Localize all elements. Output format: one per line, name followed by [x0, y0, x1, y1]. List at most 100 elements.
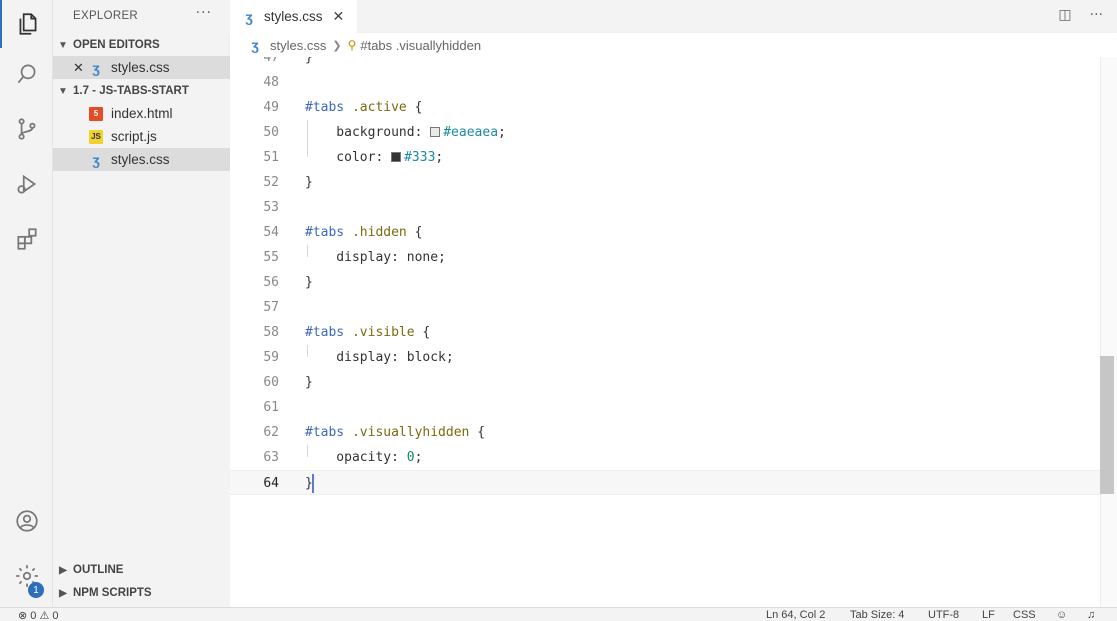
- code-line[interactable]: 59 display: block;: [230, 345, 1100, 370]
- code-token: }: [305, 175, 313, 190]
- code-token: .visible: [351, 325, 415, 340]
- code-line[interactable]: 51 color: #333;: [230, 145, 1100, 170]
- color-swatch[interactable]: [430, 127, 441, 137]
- breadcrumb-file[interactable]: styles.css: [270, 38, 326, 53]
- line-number: 61: [263, 400, 279, 415]
- more-actions-icon[interactable]: ···: [196, 5, 212, 21]
- close-tab-icon[interactable]: ✕: [333, 8, 345, 25]
- color-swatch[interactable]: [391, 152, 402, 162]
- code-token: #eaeaea: [443, 125, 499, 140]
- code-text: }: [305, 370, 313, 395]
- code-line[interactable]: 54 #tabs .hidden {: [230, 220, 1100, 245]
- code-line[interactable]: 49 #tabs .active {: [230, 95, 1100, 120]
- settings-gear-icon[interactable]: 1: [0, 552, 53, 600]
- symbol-class-icon: ⚲: [347, 38, 357, 52]
- code-line[interactable]: 62 #tabs .visuallyhidden {: [230, 420, 1100, 445]
- open-editor-label: styles.css: [111, 60, 170, 75]
- line-number: 56: [263, 275, 279, 290]
- encoding[interactable]: UTF-8: [928, 609, 959, 621]
- outline-section[interactable]: ▶ OUTLINE: [53, 559, 230, 581]
- code-token: display: none;: [305, 250, 446, 265]
- scrollbar-thumb[interactable]: [1100, 356, 1114, 494]
- notifications-bell-icon[interactable]: ♫: [1087, 609, 1095, 621]
- code-token: #tabs: [305, 100, 345, 115]
- more-actions-icon[interactable]: ···: [1090, 7, 1103, 23]
- code-token: ;: [435, 150, 444, 165]
- code-line[interactable]: 57: [230, 295, 1100, 320]
- feedback-icon[interactable]: ☺: [1056, 609, 1067, 621]
- code-text: opacity: 0;: [305, 445, 422, 470]
- npm-scripts-section[interactable]: ▶ NPM SCRIPTS: [53, 582, 230, 604]
- close-editor-icon[interactable]: ✕: [73, 60, 89, 76]
- code-line[interactable]: 58 #tabs .visible {: [230, 320, 1100, 345]
- search-icon[interactable]: [0, 50, 53, 98]
- code-line[interactable]: 55 display: none;: [230, 245, 1100, 270]
- code-token: #333: [404, 150, 436, 165]
- line-number: 57: [263, 300, 279, 315]
- code-token: {: [406, 100, 423, 115]
- line-number: 60: [263, 375, 279, 390]
- open-editor-item-styles[interactable]: ✕ ʒ styles.css: [53, 56, 230, 79]
- file-item-styles-css[interactable]: ʒ styles.css: [53, 148, 230, 171]
- file-label: styles.css: [111, 152, 170, 167]
- project-folder-label: 1.7 - JS-TABS-START: [73, 85, 189, 97]
- code-token: #tabs: [305, 225, 345, 240]
- code-token: ;: [414, 450, 423, 465]
- code-line[interactable]: 48: [230, 70, 1100, 95]
- code-line[interactable]: 52}: [230, 170, 1100, 195]
- explorer-icon[interactable]: [0, 0, 53, 48]
- code-token: }: [305, 275, 313, 290]
- code-token: opacity:: [305, 450, 407, 465]
- file-item-script-js[interactable]: JS script.js: [53, 125, 230, 148]
- chevron-down-icon: ▼: [58, 39, 68, 51]
- file-item-index-html[interactable]: 5 index.html: [53, 102, 230, 125]
- line-number: 51: [263, 150, 279, 165]
- code-line[interactable]: 63 opacity: 0;: [230, 445, 1100, 470]
- open-editors-section[interactable]: ▼ OPEN EDITORS: [53, 34, 230, 56]
- code-line[interactable]: 50 background: #eaeaea;: [230, 120, 1100, 145]
- code-text: #tabs .active {: [305, 95, 422, 120]
- tab-size[interactable]: Tab Size: 4: [850, 609, 904, 621]
- npm-scripts-label: NPM SCRIPTS: [73, 587, 152, 599]
- account-icon[interactable]: [0, 497, 53, 545]
- file-label: index.html: [111, 106, 173, 121]
- code-text: }: [305, 57, 313, 70]
- line-number: 59: [263, 350, 279, 365]
- code-text: }: [305, 170, 313, 195]
- line-number: 58: [263, 325, 279, 340]
- line-number: 55: [263, 250, 279, 265]
- breadcrumb-symbol[interactable]: #tabs .visuallyhidden: [360, 38, 481, 53]
- editor-actions: ◫ ···: [1058, 7, 1103, 23]
- code-line[interactable]: 53: [230, 195, 1100, 220]
- outline-label: OUTLINE: [73, 564, 124, 576]
- js-file-icon: JS: [89, 129, 103, 144]
- source-control-icon[interactable]: [0, 105, 53, 153]
- code-editor[interactable]: 47} 48 49 #tabs .active {50 background: #ea…: [230, 57, 1100, 607]
- run-debug-icon[interactable]: [0, 160, 53, 208]
- problems-indicator[interactable]: ⊗ 0 ⚠ 0: [18, 609, 58, 621]
- language-mode[interactable]: CSS: [1013, 609, 1036, 621]
- project-folder-section[interactable]: ▼ 1.7 - JS-TABS-START: [53, 80, 230, 102]
- tab-styles-css[interactable]: ʒ styles.css ✕: [230, 0, 357, 33]
- code-token: ;: [498, 125, 506, 140]
- code-token: .visuallyhidden: [351, 425, 470, 440]
- css-file-icon: ʒ: [251, 37, 259, 53]
- tab-label: styles.css: [264, 9, 323, 24]
- code-line[interactable]: 60}: [230, 370, 1100, 395]
- css-file-icon: ʒ: [92, 59, 100, 76]
- code-line[interactable]: 64}: [230, 470, 1100, 495]
- code-token: {: [406, 225, 423, 240]
- code-line[interactable]: 47}: [230, 57, 1100, 70]
- code-line[interactable]: 56}: [230, 270, 1100, 295]
- line-number: 50: [263, 125, 279, 140]
- code-token: {: [414, 325, 431, 340]
- line-number: 62: [263, 425, 279, 440]
- extensions-icon[interactable]: [0, 215, 53, 263]
- vertical-scrollbar[interactable]: [1100, 57, 1117, 607]
- end-of-line[interactable]: LF: [982, 609, 995, 621]
- cursor-position[interactable]: Ln 64, Col 2: [766, 609, 825, 621]
- code-line[interactable]: 61: [230, 395, 1100, 420]
- split-editor-icon[interactable]: ◫: [1058, 7, 1071, 23]
- chevron-right-icon: ▶: [59, 587, 67, 599]
